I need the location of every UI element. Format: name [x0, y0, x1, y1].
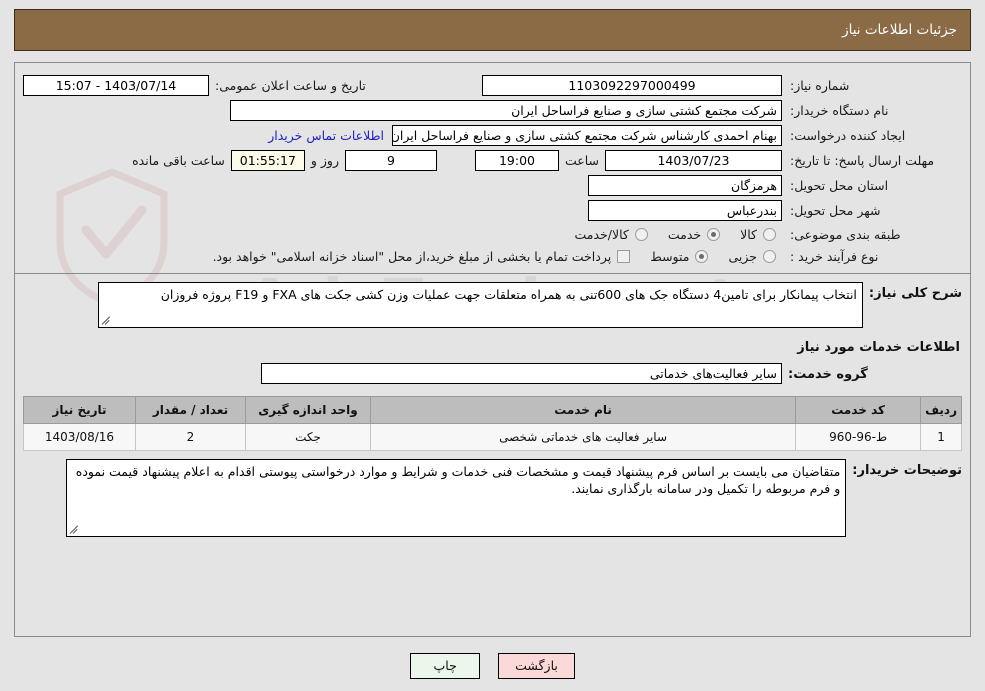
- row-buyer-org: نام دستگاه خریدار: شرکت مجتمع کشتی سازی …: [23, 98, 962, 123]
- radio-process-jozei-label: جزیی: [728, 248, 757, 264]
- radio-process-motavaset[interactable]: [695, 249, 709, 263]
- th-service-name: نام خدمت: [369, 396, 797, 424]
- td-row-no: 1: [920, 423, 962, 451]
- services-table-wrap: ردیف کد خدمت نام خدمت واحد اندازه گیری ت…: [15, 392, 970, 457]
- radio-process-motavaset-label: متوسط: [650, 248, 690, 264]
- td-quantity: 2: [135, 423, 246, 451]
- buyer-notes-textarea[interactable]: متقاضیان می بایست بر اساس فرم پیشنهاد قی…: [66, 459, 847, 537]
- radio-process-jozei[interactable]: [763, 249, 776, 263]
- radio-category-kala[interactable]: [763, 227, 776, 241]
- row-buyer-notes: توضیحات خریدار: متقاضیان می بایست بر اسا…: [15, 457, 970, 543]
- th-service-code: کد خدمت: [795, 396, 922, 424]
- th-row-no: ردیف: [920, 396, 962, 424]
- buyer-contact-link[interactable]: اطلاعات تماس خریدار: [260, 128, 392, 143]
- radio-category-kala-khedmat-label: کالا/خدمت: [574, 226, 629, 242]
- radio-category-kala-khedmat[interactable]: [634, 227, 648, 241]
- need-number-label: شماره نیاز:: [790, 78, 850, 93]
- td-service-name: سایر فعالیت های خدماتی شخصی: [369, 423, 797, 451]
- back-button[interactable]: بازگشت: [498, 653, 575, 679]
- row-service-group: گروه خدمت: سایر فعالیت‌های خدماتی: [15, 359, 970, 392]
- description-textarea[interactable]: انتخاب پیمانکار برای تامین4 دستگاه جک ها…: [97, 282, 863, 328]
- treasury-bond-checkbox[interactable]: [617, 249, 631, 263]
- city-label: شهر محل تحویل:: [790, 203, 881, 218]
- description-label: شرح کلی نیاز:: [868, 286, 962, 301]
- category-label: طبقه بندی موضوعی:: [790, 226, 901, 242]
- details-panel: شماره نیاز: 1103092297000499 تاریخ و ساع…: [14, 62, 971, 637]
- service-group-label: گروه خدمت:: [788, 367, 868, 382]
- services-table: ردیف کد خدمت نام خدمت واحد اندازه گیری ت…: [23, 396, 962, 451]
- resize-handle-icon[interactable]: [101, 316, 111, 326]
- page-title: جزئیات اطلاعات نیاز: [842, 22, 957, 38]
- description-section: شرح کلی نیاز: انتخاب پیمانکار برای تامین…: [15, 273, 970, 543]
- requester-field[interactable]: بهنام احمدی کارشناس شرکت مجتمع کشتی سازی…: [392, 125, 782, 146]
- row-need-number: شماره نیاز: 1103092297000499 تاریخ و ساع…: [23, 73, 962, 98]
- row-deadline: مهلت ارسال پاسخ: تا تاریخ: 1403/07/23 سا…: [23, 148, 962, 173]
- service-group-field[interactable]: سایر فعالیت‌های خدماتی: [261, 363, 782, 384]
- process-type-label: نوع فرآیند خرید :: [790, 248, 879, 264]
- table-header-row: ردیف کد خدمت نام خدمت واحد اندازه گیری ت…: [23, 396, 962, 424]
- public-announce-label: تاریخ و ساعت اعلان عمومی:: [215, 78, 366, 93]
- row-category: طبقه بندی موضوعی: کالا خدمت کالا/خدمت: [23, 223, 962, 245]
- deadline-label: مهلت ارسال پاسخ: تا تاریخ:: [790, 152, 935, 168]
- province-label: استان محل تحویل:: [790, 178, 889, 193]
- row-process-type: نوع فرآیند خرید : جزیی متوسط پرداخت تمام…: [23, 245, 962, 267]
- buyer-org-field[interactable]: شرکت مجتمع کشتی سازی و صنایع فراساحل ایر…: [230, 100, 782, 121]
- deadline-days-label: روز و: [310, 153, 339, 168]
- city-field[interactable]: بندرعباس: [588, 200, 782, 221]
- radio-category-khedmat[interactable]: [707, 227, 721, 241]
- th-quantity: تعداد / مقدار: [135, 396, 246, 424]
- row-city: شهر محل تحویل: بندرعباس: [23, 198, 962, 223]
- treasury-bond-label: پرداخت تمام یا بخشی از مبلغ خرید،از محل …: [212, 248, 612, 264]
- td-need-date: 1403/08/16: [23, 423, 136, 451]
- resize-handle-icon-2[interactable]: [69, 525, 79, 535]
- td-service-code: ط-96-960: [795, 423, 922, 451]
- buyer-org-label: نام دستگاه خریدار:: [790, 103, 889, 118]
- countdown-label: ساعت باقی مانده: [132, 153, 225, 168]
- countdown-field: 01:55:17: [230, 150, 305, 171]
- print-button[interactable]: چاپ: [410, 653, 481, 679]
- footer-actions: بازگشت چاپ: [0, 653, 985, 679]
- buyer-notes-label: توضیحات خریدار:: [852, 463, 962, 478]
- requester-label: ایجاد کننده درخواست:: [790, 128, 906, 143]
- need-info-section: شماره نیاز: 1103092297000499 تاریخ و ساع…: [15, 63, 970, 273]
- page-header: جزئیات اطلاعات نیاز: [14, 9, 971, 51]
- deadline-date-field[interactable]: 1403/07/23: [605, 150, 782, 171]
- deadline-days-field[interactable]: 9: [344, 150, 437, 171]
- public-announce-field[interactable]: 1403/07/14 - 15:07: [23, 75, 209, 96]
- radio-category-khedmat-label: خدمت: [667, 226, 702, 242]
- deadline-hour-label: ساعت: [564, 153, 599, 168]
- radio-category-kala-label: کالا: [740, 226, 757, 242]
- buyer-notes-text: متقاضیان می بایست بر اساس فرم پیشنهاد قی…: [75, 464, 841, 496]
- need-number-field[interactable]: 1103092297000499: [482, 75, 782, 96]
- row-requester: ایجاد کننده درخواست: بهنام احمدی کارشناس…: [23, 123, 962, 148]
- row-description: شرح کلی نیاز: انتخاب پیمانکار برای تامین…: [15, 274, 970, 334]
- th-unit: واحد اندازه گیری: [245, 396, 371, 424]
- province-field[interactable]: هرمزگان: [588, 175, 782, 196]
- table-row[interactable]: 1 ط-96-960 سایر فعالیت های خدماتی شخصی ج…: [23, 423, 962, 451]
- td-unit: جکت: [245, 423, 371, 451]
- deadline-hour-field[interactable]: 19:00: [474, 150, 559, 171]
- services-heading: اطلاعات خدمات مورد نیاز: [797, 340, 960, 355]
- row-province: استان محل تحویل: هرمزگان: [23, 173, 962, 198]
- description-text: انتخاب پیمانکار برای تامین4 دستگاه جک ها…: [160, 287, 857, 302]
- th-need-date: تاریخ نیاز: [23, 396, 136, 424]
